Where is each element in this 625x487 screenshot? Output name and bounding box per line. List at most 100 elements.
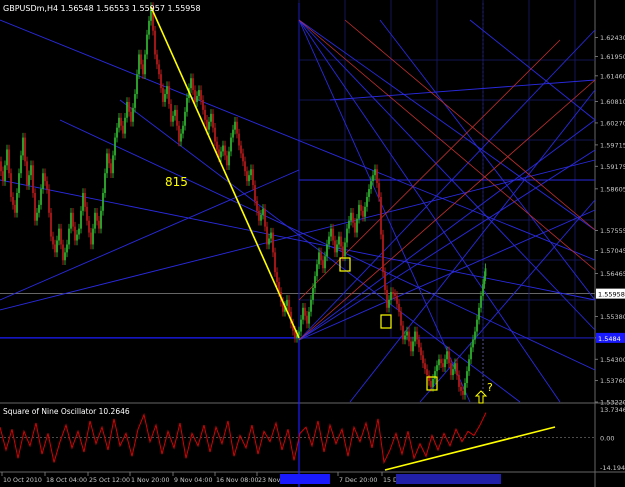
- price-candle-body: [272, 232, 274, 253]
- price-candle-body: [250, 169, 252, 176]
- price-candle-body: [474, 331, 476, 340]
- price-candle-body: [376, 169, 378, 184]
- time-tick-label: 16 Nov 08:00: [216, 477, 258, 484]
- price-candle-body: [410, 341, 412, 352]
- price-candle-body: [140, 54, 142, 65]
- price-candle-body: [220, 151, 222, 158]
- price-candle-body: [52, 236, 54, 245]
- price-candle-body: [86, 206, 88, 221]
- price-candle-body: [386, 289, 388, 308]
- price-tick-label: 1.60270: [600, 119, 625, 127]
- price-candle-body: [112, 155, 114, 174]
- price-candle-body: [222, 145, 224, 152]
- price-tick-label: 1.57045: [600, 247, 625, 255]
- price-candle-body: [462, 390, 464, 395]
- price-candle-body: [392, 291, 394, 294]
- price-candle-body: [68, 228, 70, 245]
- price-candle-body: [182, 125, 184, 134]
- price-candle-body: [114, 137, 116, 156]
- price-candle-body: [70, 212, 72, 229]
- time-tick-label: 23 Nov: [258, 477, 281, 484]
- price-candle-body: [30, 165, 32, 176]
- price-candle-body: [424, 363, 426, 370]
- price-candle-body: [460, 386, 462, 391]
- price-candle-body: [442, 363, 444, 368]
- price-candle-body: [274, 252, 276, 273]
- price-candle-body: [340, 236, 342, 247]
- price-tick-label: 1.59175: [600, 163, 625, 171]
- price-candle-body: [260, 214, 262, 221]
- price-candle-body: [252, 169, 254, 186]
- price-candle-body: [328, 236, 330, 245]
- price-candle-body: [368, 189, 370, 197]
- price-candle-body: [438, 359, 440, 366]
- price-candle-body: [40, 189, 42, 205]
- price-candle-body: [276, 272, 278, 283]
- price-candle-body: [448, 351, 450, 364]
- price-candle-body: [10, 173, 12, 197]
- price-candle-body: [268, 238, 270, 245]
- price-candle-body: [468, 359, 470, 372]
- price-candle-body: [84, 193, 86, 207]
- price-candle-body: [28, 175, 30, 186]
- price-candle-body: [88, 220, 90, 233]
- price-candle-body: [298, 331, 300, 335]
- price-candle-body: [300, 319, 302, 332]
- symbol-header: GBPUSDm,H4 1.56548 1.56553 1.55957 1.559…: [3, 4, 201, 13]
- price-candle-body: [406, 331, 408, 336]
- price-candle-body: [184, 111, 186, 126]
- price-candle-body: [94, 212, 96, 229]
- price-candle-body: [270, 232, 272, 239]
- price-candle-body: [72, 212, 74, 227]
- price-candle-body: [380, 196, 382, 235]
- price-candle-body: [226, 155, 228, 166]
- price-candle-body: [476, 319, 478, 332]
- price-candle-body: [254, 185, 256, 201]
- price-candle-body: [452, 369, 454, 376]
- price-candle-body: [440, 359, 442, 364]
- price-candle-body: [136, 74, 138, 95]
- price-candle-body: [304, 307, 306, 316]
- price-candle-body: [420, 347, 422, 356]
- price-candle-body: [116, 127, 118, 138]
- price-candle-body: [264, 208, 266, 227]
- price-candle-body: [158, 64, 160, 75]
- price-candle-body: [378, 183, 380, 197]
- price-candle-body: [146, 34, 148, 55]
- price-candle-body: [314, 276, 316, 288]
- price-candle-body: [78, 228, 80, 235]
- price-candle-body: [18, 173, 20, 193]
- price-candle-body: [168, 86, 170, 104]
- price-candle-body: [8, 149, 10, 174]
- price-candle-body: [360, 204, 362, 211]
- price-candle-body: [56, 240, 58, 253]
- price-candle-body: [186, 98, 188, 112]
- time-highlight-tag: [396, 474, 501, 484]
- price-candle-body: [156, 54, 158, 65]
- price-candle-body: [178, 125, 180, 142]
- price-candle-body: [122, 125, 124, 134]
- price-candle-body: [422, 355, 424, 364]
- price-candle-body: [248, 175, 250, 182]
- price-candle-body: [62, 244, 64, 261]
- price-candle-body: [470, 347, 472, 360]
- price-candle-body: [134, 94, 136, 108]
- price-candle-body: [176, 109, 178, 126]
- oscillator-tick-label: 13.7346: [600, 406, 625, 414]
- price-candle-body: [90, 232, 92, 245]
- price-candle-body: [170, 103, 172, 122]
- price-candle-body: [124, 117, 126, 134]
- price-candle-body: [262, 208, 264, 215]
- price-candle-body: [82, 193, 84, 211]
- price-candle-body: [372, 175, 374, 182]
- price-candle-body: [58, 228, 60, 241]
- price-candle-body: [430, 381, 432, 387]
- price-candle-body: [428, 375, 430, 382]
- forex-chart: 815? 1.62430 1.61950 1.61460 1.60810 1.60270…: [0, 0, 625, 487]
- annotation-815: 815: [165, 175, 188, 189]
- price-candle-body: [138, 54, 140, 75]
- price-candle-body: [358, 204, 360, 219]
- time-highlight-tag: [280, 474, 330, 484]
- price-candle-body: [12, 196, 14, 205]
- price-candle-body: [192, 78, 194, 91]
